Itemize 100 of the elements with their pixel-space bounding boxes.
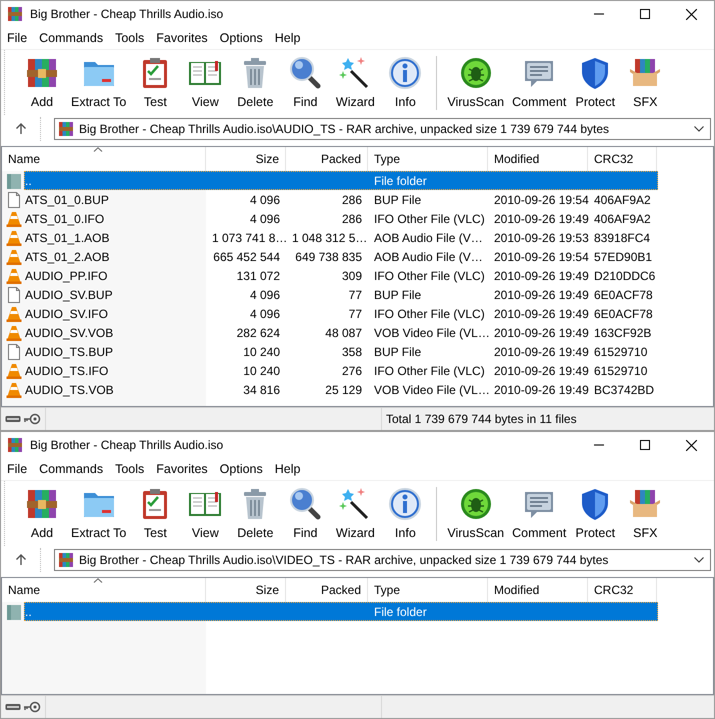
table-row[interactable]: AUDIO_TS.BUP 10 240 358 BUP File 2010-09-26 19:49 61529710 (24, 342, 658, 361)
menu-item[interactable]: Help (268, 31, 306, 45)
table-cell-text: 2010-09-26 19:49 (493, 382, 588, 396)
table-cell-text: BUP File (373, 192, 422, 206)
table-cell-text: 34 816 (242, 382, 281, 396)
toolbar-button[interactable]: Protect (570, 484, 620, 540)
toolbar-button[interactable]: Find (280, 484, 330, 540)
search-icon (287, 55, 324, 91)
table-cell-text: 4 096 (248, 306, 281, 320)
toolbar-button[interactable]: Extract To (67, 484, 130, 540)
menu-item[interactable]: Tools (109, 31, 150, 45)
info-icon (387, 55, 424, 91)
table-cell-text: ATS_01_2.AOB (25, 250, 110, 264)
table-cell-text: 10 240 (242, 344, 281, 358)
toolbar-button[interactable]: VirusScan (443, 484, 508, 540)
table-cell-text: AUDIO_TS.BUP (25, 344, 114, 358)
table-row[interactable]: ATS_01_0.BUP 4 096 286 BUP File 2010-09-26 19:54 406AF9A2 (24, 190, 658, 209)
table-cell-text: .. (25, 174, 33, 188)
menu-item[interactable]: File (1, 462, 34, 476)
table-cell-text: File folder (373, 604, 428, 618)
toolbar-button[interactable]: Add (17, 53, 67, 109)
table-cell-text: 2010-09-26 19:49 (493, 288, 588, 302)
menu-item[interactable]: Help (268, 462, 306, 476)
table-cell-text: AUDIO_SV.VOB (25, 326, 114, 340)
menu-item[interactable]: Commands (33, 31, 110, 45)
toolbar-button[interactable]: Test (130, 53, 180, 109)
table-cell-text: AUDIO_SV.IFO (25, 306, 109, 320)
menu-item[interactable]: Tools (109, 462, 150, 476)
menu-item[interactable]: Favorites (150, 462, 214, 476)
table-row[interactable]: AUDIO_SV.IFO 4 096 77 IFO Other File (VLC) 2010-09-26 19:49 6E0ACF78 (24, 304, 658, 323)
table-cell-text: AOB Audio File (V… (373, 230, 484, 244)
menu-item[interactable]: Favorites (150, 31, 214, 45)
toolbar-button[interactable]: Comment (508, 53, 570, 109)
table-row[interactable]: AUDIO_TS.IFO 10 240 276 IFO Other File (VLC) 2010-09-26 19:49 61529710 (24, 361, 658, 380)
table-cell-text: 282 624 (236, 326, 281, 340)
table-cell-text: IFO Other File (VLC) (373, 212, 486, 226)
table-cell-text: 57ED90B1 (593, 250, 654, 264)
table-row[interactable]: .. File folder (24, 171, 658, 190)
toolbar-button[interactable]: Comment (508, 484, 570, 540)
toolbar-button[interactable]: SFX (620, 53, 670, 109)
toolbar-button[interactable]: Wizard (330, 484, 380, 540)
table-cell-text: 2010-09-26 19:49 (493, 326, 588, 340)
table-row[interactable]: AUDIO_SV.VOB 282 624 48 087 VOB Video File (VL… 2010-09-26 19:49 163CF92B (24, 323, 658, 342)
toolbar-button[interactable]: View (180, 53, 230, 109)
table-cell-text: ATS_01_1.AOB (25, 230, 110, 244)
table-row[interactable]: ATS_01_0.IFO 4 096 286 IFO Other File (VLC) 2010-09-26 19:49 406AF9A2 (24, 209, 658, 228)
toolbar-button[interactable]: VirusScan (443, 53, 508, 109)
toolbar-button[interactable]: Info (380, 53, 430, 109)
table-cell-text: IFO Other File (VLC) (373, 364, 486, 378)
close-icon (686, 440, 696, 450)
toolbar-button[interactable]: Find (280, 53, 330, 109)
table-cell-text: AUDIO_TS.VOB (25, 382, 115, 396)
drive-icon (5, 702, 21, 712)
table-cell-text: 276 (340, 364, 363, 378)
window-title: Big Brother - Cheap Thrills Audio.iso (30, 438, 224, 452)
menu-item[interactable]: File (1, 31, 34, 45)
toolbar-button[interactable]: SFX (620, 484, 670, 540)
toolbar-button[interactable]: Add (17, 484, 67, 540)
table-cell-text: 2010-09-26 19:49 (493, 364, 588, 378)
traffic-cone-icon (6, 362, 22, 378)
menu-item[interactable]: Commands (33, 462, 110, 476)
table-row[interactable]: ATS_01_2.AOB 665 452 544 649 738 835 AOB Audio File (V… 2010-09-26 19:54 57ED90B1 (24, 247, 658, 266)
table-row[interactable]: AUDIO_TS.VOB 34 816 25 129 VOB Video File (VL… 2010-09-26 19:49 BC3742BD (24, 380, 658, 399)
table-cell-text: 2010-09-26 19:49 (493, 344, 588, 358)
table-cell-text: BUP File (373, 288, 422, 302)
table-cell-text: 1 073 741 8… (211, 230, 286, 244)
toolbar-button[interactable]: Delete (230, 53, 280, 109)
table-cell-text: BUP File (373, 344, 422, 358)
table-cell-text: 2010-09-26 19:49 (493, 212, 588, 226)
toolbar-button[interactable]: Delete (230, 484, 280, 540)
table-cell-text: D210DDC6 (593, 268, 656, 282)
table-cell-text: AOB Audio File (V… (373, 250, 484, 264)
menu-item[interactable]: Options (214, 462, 269, 476)
toolbar-button[interactable]: Extract To (67, 53, 130, 109)
table-cell-text: 10 240 (242, 364, 281, 378)
table-cell-text: 48 087 (324, 326, 363, 340)
toolbar-button[interactable]: Test (130, 484, 180, 540)
path-dropdown[interactable]: Big Brother - Cheap Thrills Audio.iso\AUDIO_TS - RAR archive, unpacked size 1 739 679 744 bytes (54, 118, 711, 140)
menu-item[interactable]: Options (214, 31, 269, 45)
table-cell-text: IFO Other File (VLC) (373, 306, 486, 320)
table-cell-text: .. (25, 604, 33, 618)
traffic-cone-icon (6, 382, 22, 398)
table-cell-text: 665 452 544 (212, 250, 281, 264)
toolbar-button[interactable]: View (180, 484, 230, 540)
chevron-down-icon (694, 126, 704, 132)
toolbar-button[interactable]: Protect (570, 53, 620, 109)
table-row[interactable]: AUDIO_PP.IFO 131 072 309 IFO Other File (VLC) 2010-09-26 19:49 D210DDC6 (24, 266, 658, 285)
toolbar-button[interactable]: Wizard (330, 53, 380, 109)
key-icon (23, 413, 41, 425)
traffic-cone-icon (6, 306, 22, 322)
path-dropdown[interactable]: Big Brother - Cheap Thrills Audio.iso\VIDEO_TS - RAR archive, unpacked size 1 739 679 744 bytes (54, 549, 711, 571)
toolbar-button[interactable]: Info (380, 484, 430, 540)
books-icon (58, 121, 74, 137)
up-arrow-icon (14, 123, 26, 135)
table-cell-text: 4 096 (248, 288, 281, 302)
table-cell-text: 61529710 (593, 344, 648, 358)
table-row[interactable]: ATS_01_1.AOB 1 073 741 8… 1 048 312 5… AOB Audio File (V… 2010-09-26 19:53 83918FC4 (24, 228, 658, 247)
table-row[interactable]: AUDIO_SV.BUP 4 096 77 BUP File 2010-09-26 19:49 6E0ACF78 (24, 285, 658, 304)
table-row[interactable]: .. File folder (24, 602, 658, 621)
table-cell-text: 2010-09-26 19:54 (493, 192, 588, 206)
